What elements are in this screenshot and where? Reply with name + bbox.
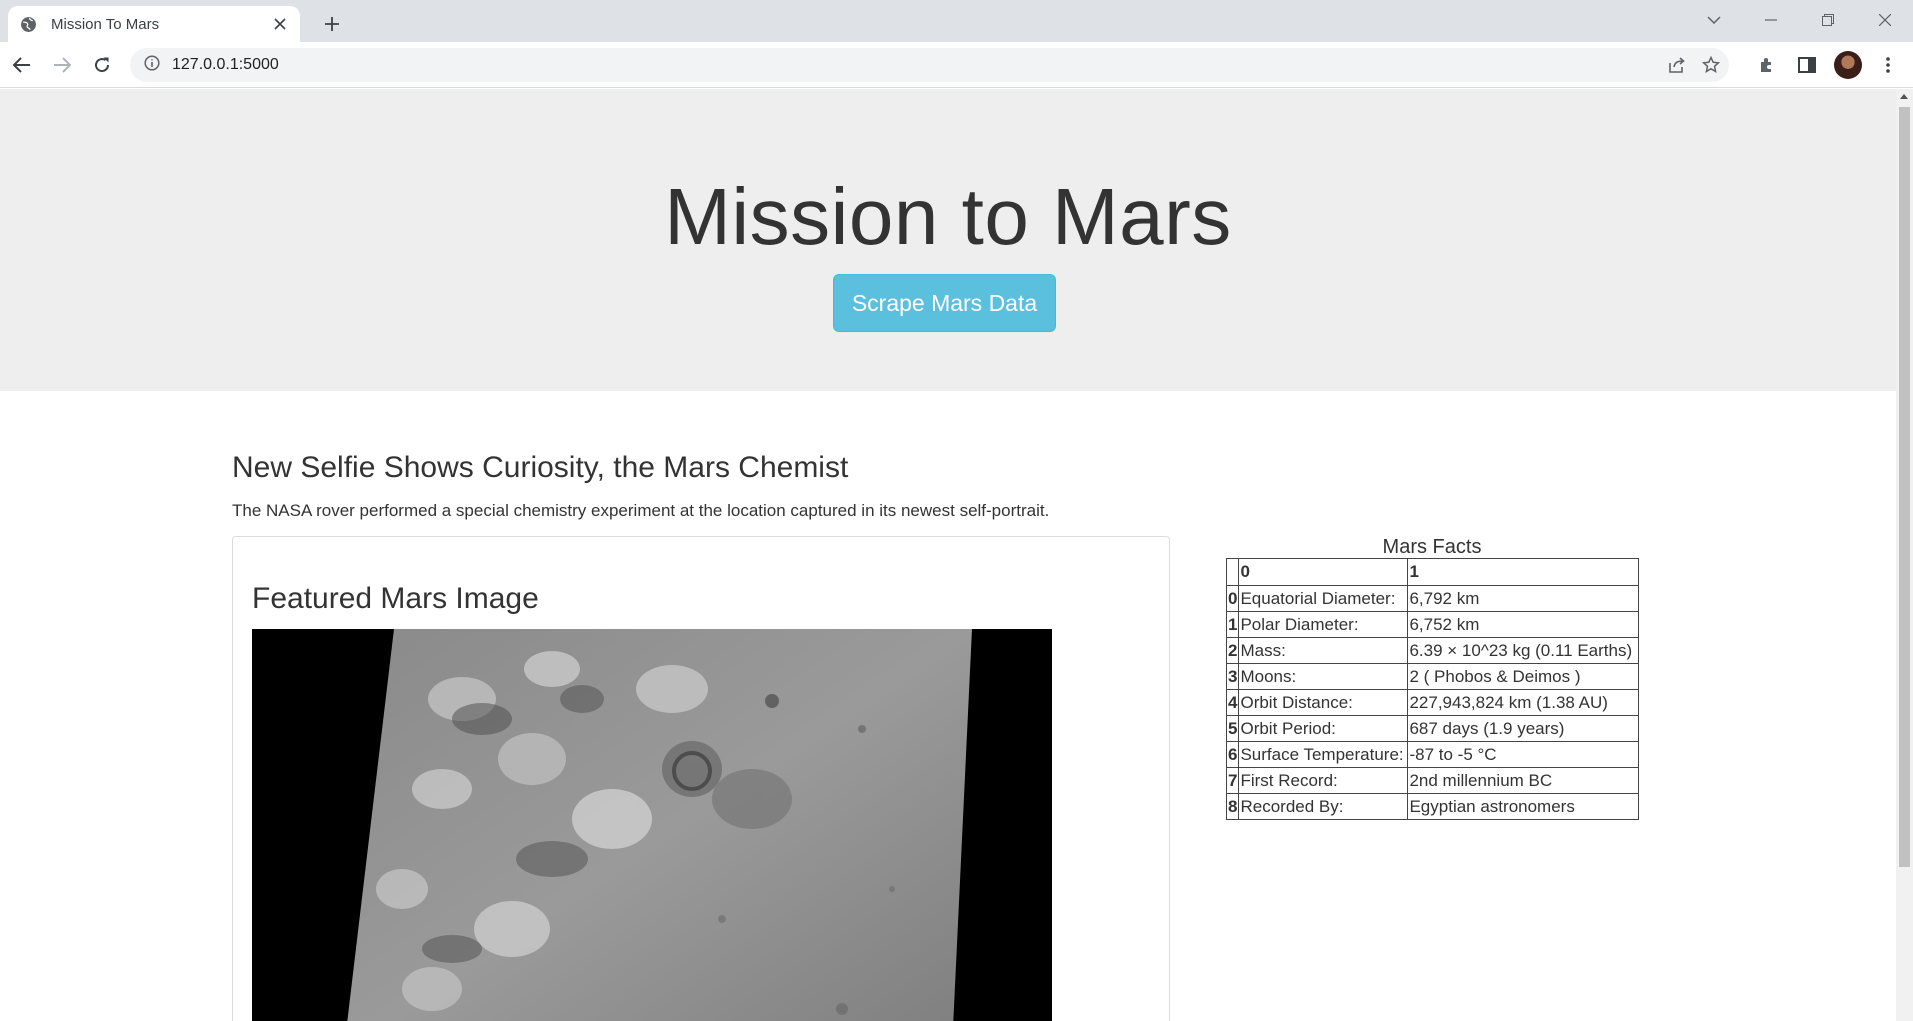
row-index: 5 bbox=[1225, 715, 1240, 742]
forward-arrow-icon[interactable] bbox=[46, 49, 78, 81]
fact-label: Orbit Distance: bbox=[1238, 689, 1409, 716]
menu-dots-icon[interactable] bbox=[1872, 49, 1904, 81]
table-row: 6 Surface Temperature: -87 to -5 °C bbox=[1225, 741, 1640, 768]
share-icon[interactable] bbox=[1662, 54, 1692, 76]
fact-value: 6.39 × 10^23 kg (0.11 Earths) bbox=[1407, 637, 1640, 664]
table-row: 5 Orbit Period: 687 days (1.9 years) bbox=[1225, 715, 1640, 742]
minimize-icon[interactable] bbox=[1749, 6, 1793, 34]
fact-value: 687 days (1.9 years) bbox=[1407, 715, 1640, 742]
tab-search-icon[interactable] bbox=[1692, 6, 1736, 34]
news-paragraph: The NASA rover performed a special chemi… bbox=[232, 501, 1050, 520]
jumbotron: Mission to Mars Scrape Mars Data bbox=[0, 89, 1896, 391]
close-window-icon[interactable] bbox=[1863, 6, 1907, 34]
page-viewport: Mission to Mars Scrape Mars Data New Sel… bbox=[0, 89, 1896, 1021]
fact-value: 2nd millennium BC bbox=[1407, 767, 1640, 794]
scroll-up-arrow-icon[interactable] bbox=[1900, 94, 1908, 99]
row-index: 1 bbox=[1225, 611, 1240, 638]
tab-title: Mission To Mars bbox=[51, 15, 160, 33]
bookmark-star-icon[interactable] bbox=[1696, 54, 1726, 76]
featured-mars-image bbox=[252, 629, 1052, 1021]
fact-value: 6,792 km bbox=[1407, 585, 1640, 612]
table-row: 7 First Record: 2nd millennium BC bbox=[1225, 767, 1640, 794]
restore-icon[interactable] bbox=[1806, 6, 1850, 34]
table-header-col-0: 0 bbox=[1238, 558, 1409, 586]
row-index: 8 bbox=[1225, 793, 1240, 820]
featured-image-heading: Featured Mars Image bbox=[252, 582, 539, 615]
row-index: 7 bbox=[1225, 767, 1240, 794]
facts-caption: Mars Facts bbox=[1382, 536, 1482, 558]
fact-value: Egyptian astronomers bbox=[1407, 793, 1640, 820]
page-title: Mission to Mars bbox=[664, 172, 1232, 261]
news-title: New Selfie Shows Curiosity, the Mars Che… bbox=[232, 451, 849, 484]
fact-label: Moons: bbox=[1238, 663, 1409, 690]
address-bar[interactable]: 127.0.0.1:5000 bbox=[130, 48, 1729, 82]
fact-label: First Record: bbox=[1238, 767, 1409, 794]
row-index: 2 bbox=[1225, 637, 1240, 664]
fact-label: Polar Diameter: bbox=[1238, 611, 1409, 638]
row-index: 0 bbox=[1225, 585, 1240, 612]
reload-icon[interactable] bbox=[86, 49, 118, 81]
fact-value: -87 to -5 °C bbox=[1407, 741, 1640, 768]
new-tab-icon[interactable] bbox=[318, 10, 346, 38]
table-row: 8 Recorded By: Egyptian astronomers bbox=[1225, 793, 1640, 820]
table-row: 2 Mass: 6.39 × 10^23 kg (0.11 Earths) bbox=[1225, 637, 1640, 664]
table-row: 4 Orbit Distance: 227,943,824 km (1.38 A… bbox=[1225, 689, 1640, 716]
browser-toolbar: 127.0.0.1:5000 bbox=[0, 42, 1913, 88]
globe-icon bbox=[20, 16, 37, 33]
fact-value: 2 ( Phobos & Deimos ) bbox=[1407, 663, 1640, 690]
fact-label: Equatorial Diameter: bbox=[1238, 585, 1409, 612]
fact-label: Mass: bbox=[1238, 637, 1409, 664]
scrape-button[interactable]: Scrape Mars Data bbox=[833, 274, 1056, 332]
row-index: 4 bbox=[1225, 689, 1240, 716]
site-info-icon[interactable] bbox=[144, 54, 160, 76]
extensions-icon[interactable] bbox=[1751, 49, 1783, 81]
table-row: 1 Polar Diameter: 6,752 km bbox=[1225, 611, 1640, 638]
table-header-index bbox=[1225, 558, 1240, 586]
fact-label: Surface Temperature: bbox=[1238, 741, 1409, 768]
page-scrollbar[interactable] bbox=[1896, 89, 1913, 1021]
fact-label: Orbit Period: bbox=[1238, 715, 1409, 742]
scrollbar-thumb[interactable] bbox=[1899, 107, 1910, 867]
close-tab-icon[interactable] bbox=[270, 14, 290, 34]
fact-value: 227,943,824 km (1.38 AU) bbox=[1407, 689, 1640, 716]
browser-tab[interactable]: Mission To Mars bbox=[8, 6, 300, 42]
url-text: 127.0.0.1:5000 bbox=[172, 56, 279, 73]
row-index: 3 bbox=[1225, 663, 1240, 690]
mars-facts-table: 0 1 0 Equatorial Diameter: 6,792 km 1 Po… bbox=[1225, 558, 1640, 820]
table-row: 3 Moons: 2 ( Phobos & Deimos ) bbox=[1225, 663, 1640, 690]
profile-avatar[interactable] bbox=[1834, 51, 1862, 79]
featured-image-card: Featured Mars Image bbox=[232, 536, 1170, 1021]
browser-tab-strip: Mission To Mars bbox=[0, 0, 1913, 42]
table-header-row: 0 1 bbox=[1225, 558, 1640, 586]
back-arrow-icon[interactable] bbox=[6, 49, 38, 81]
table-header-col-1: 1 bbox=[1407, 558, 1640, 586]
fact-value: 6,752 km bbox=[1407, 611, 1640, 638]
row-index: 6 bbox=[1225, 741, 1240, 768]
side-panel-icon[interactable] bbox=[1791, 49, 1823, 81]
table-row: 0 Equatorial Diameter: 6,792 km bbox=[1225, 585, 1640, 612]
fact-label: Recorded By: bbox=[1238, 793, 1409, 820]
